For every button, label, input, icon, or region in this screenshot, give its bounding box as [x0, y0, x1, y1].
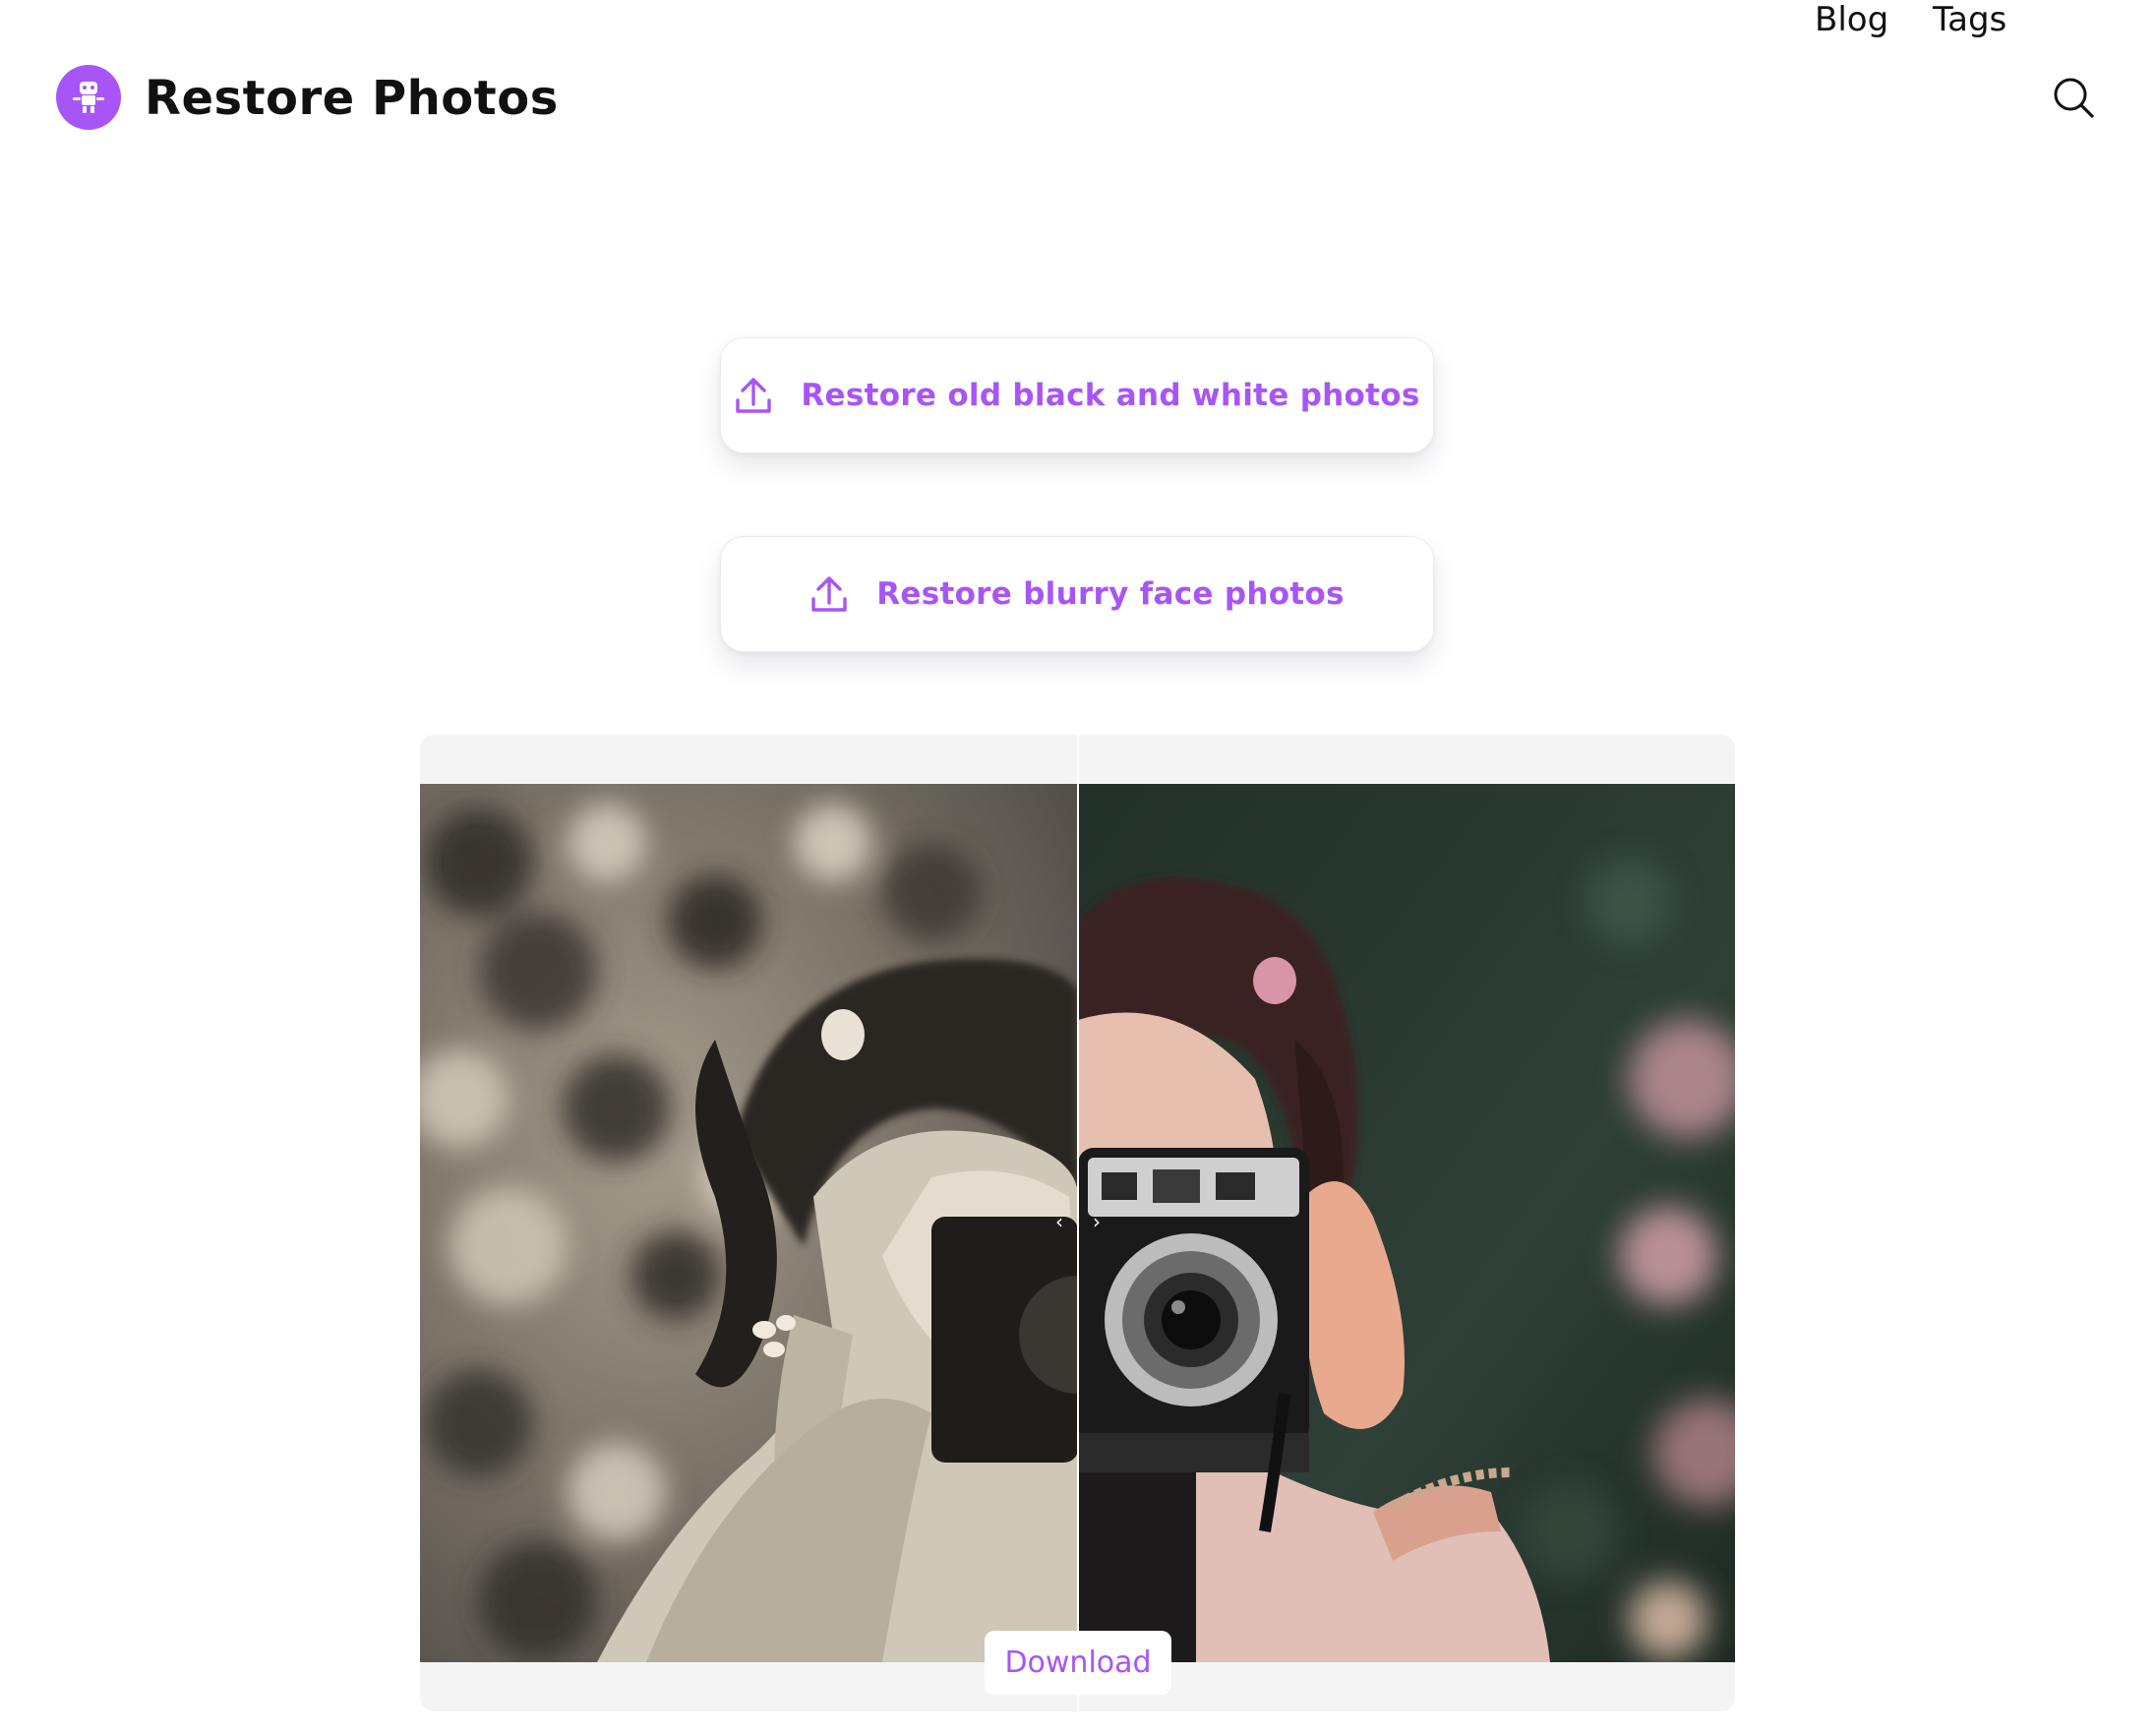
restore-blurry-photos-button[interactable]: Restore blurry face photos	[720, 536, 1434, 652]
download-button[interactable]: Download	[985, 1631, 1171, 1695]
chevron-right-icon: ›	[1093, 1210, 1101, 1233]
before-after-comparison: ‹ › Download	[420, 735, 1735, 1711]
after-photo	[1078, 784, 1735, 1662]
chevron-left-icon: ‹	[1055, 1210, 1063, 1233]
restore-bw-photos-button[interactable]: Restore old black and white photos	[720, 337, 1434, 453]
site-title[interactable]: Restore Photos	[145, 71, 559, 126]
search-button[interactable]	[2051, 75, 2096, 120]
nav-link-tags[interactable]: Tags	[1933, 0, 2006, 39]
before-photo	[420, 784, 1078, 1662]
robot-icon	[56, 65, 121, 130]
site-header: Restore Photos Blog Tags	[0, 0, 2156, 207]
restore-blurry-photos-label: Restore blurry face photos	[876, 576, 1345, 612]
upload-icon	[736, 378, 772, 413]
nav-link-blog[interactable]: Blog	[1815, 0, 1888, 39]
restore-bw-photos-label: Restore old black and white photos	[801, 378, 1420, 413]
logo-link[interactable]	[56, 65, 121, 130]
comparison-slider-handle[interactable]: ‹ ›	[1055, 1207, 1101, 1236]
search-icon	[2054, 78, 2094, 118]
upload-icon	[811, 576, 847, 612]
